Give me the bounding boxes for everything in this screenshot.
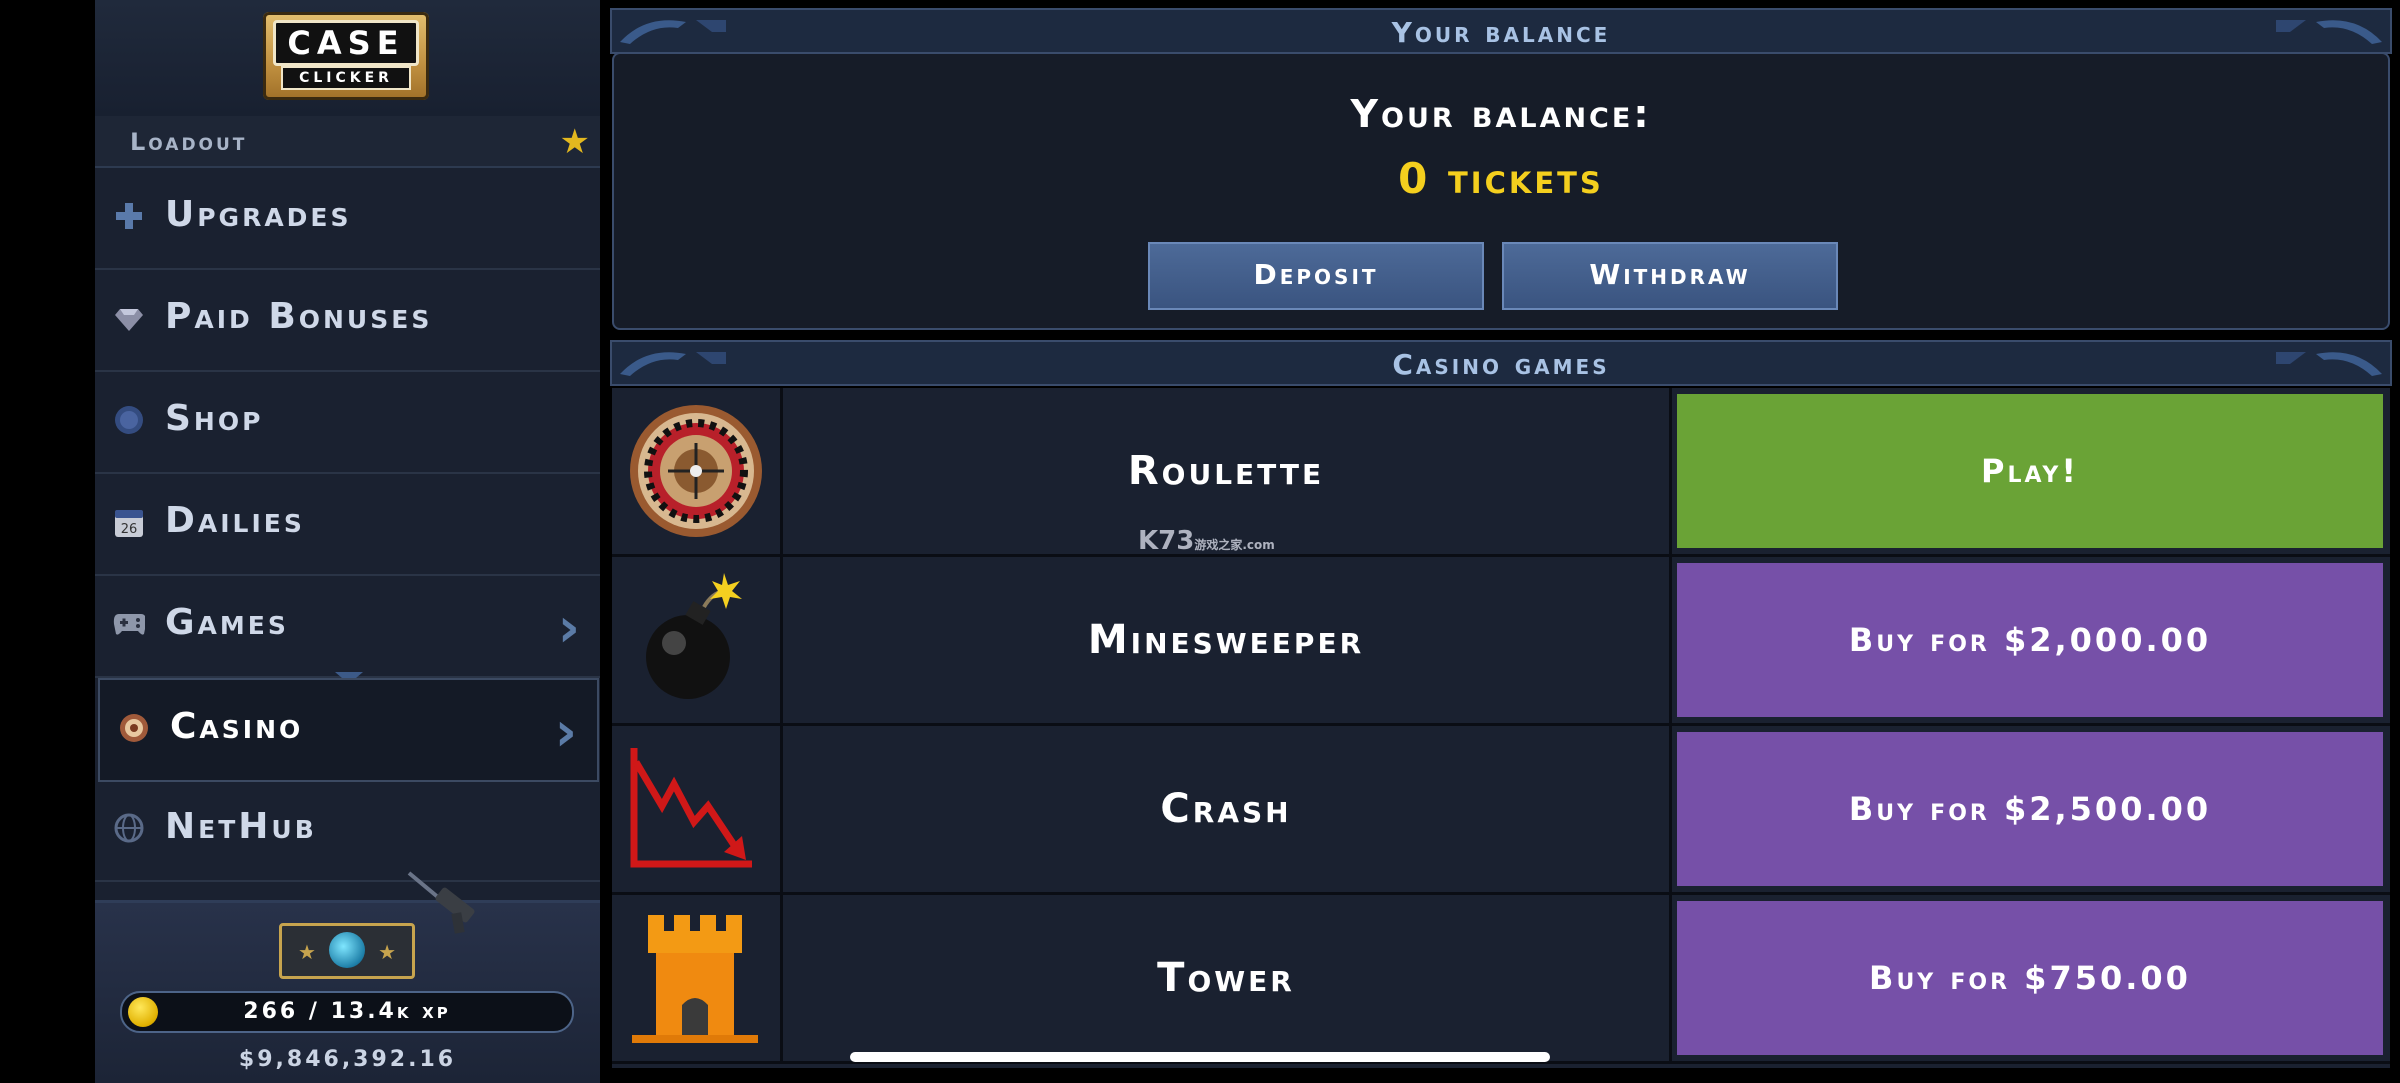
buy-tower-button[interactable]: Buy for $750.00	[1677, 901, 2383, 1055]
casino-chip-icon	[118, 712, 150, 744]
sidebar-item-shop[interactable]: Shop	[95, 372, 600, 474]
casino-games-header: Casino games	[610, 340, 2392, 386]
balance-header-title: Your balance	[1391, 16, 1611, 49]
equipped-weapon-icon[interactable]	[405, 869, 495, 939]
sidebar-item-paid-bonuses[interactable]: Paid Bonuses	[95, 270, 600, 372]
calendar-icon: 26	[113, 506, 145, 538]
sidebar-item-label: Shop	[165, 398, 264, 439]
game-row-tower: Tower Buy for $750.00	[612, 895, 2390, 1064]
logo-line1: CASE	[273, 20, 419, 66]
sidebar-item-label: Casino	[170, 706, 304, 747]
diamond-icon	[113, 302, 145, 334]
buy-crash-button[interactable]: Buy for $2,500.00	[1677, 732, 2383, 886]
sidebar: CASE CLICKER Loadout ★ Upgrades Paid Bon…	[95, 0, 600, 1083]
sidebar-item-dailies[interactable]: 26 Dailies	[95, 474, 600, 576]
sidebar-item-label: Upgrades	[165, 194, 352, 235]
sidebar-item-games[interactable]: Games ›	[95, 576, 600, 678]
game-row-crash: Crash Buy for $2,500.00	[612, 726, 2390, 895]
gamepad-icon	[113, 608, 145, 640]
watermark-main: K73	[1138, 526, 1195, 556]
bomb-icon	[612, 557, 783, 723]
chevron-right-icon: ›	[557, 596, 580, 659]
deposit-button[interactable]: Deposit	[1148, 242, 1484, 310]
profile-panel[interactable]: ★ ★ 266 / 13.4k xp $9,846,392.16	[95, 871, 600, 1083]
star-icon[interactable]: ★	[560, 122, 590, 162]
logo-area: CASE CLICKER	[95, 0, 600, 116]
ornament-right-icon	[2276, 352, 2382, 376]
game-name: Tower	[783, 895, 1672, 1061]
case-clicker-logo: CASE CLICKER	[263, 12, 429, 100]
balance-label: Your balance:	[1350, 92, 1652, 136]
plus-icon	[113, 200, 145, 232]
calendar-day: 26	[121, 522, 138, 537]
game-name: Crash	[783, 726, 1672, 892]
casino-games-title: Casino games	[1392, 348, 1610, 381]
sidebar-item-label: NetHub	[165, 806, 317, 847]
rank-globe-icon	[329, 932, 365, 968]
xp-value: 266 / 13.4k xp	[243, 999, 451, 1024]
money-display: $9,846,392.16	[238, 1047, 457, 1072]
roulette-icon	[612, 388, 783, 554]
loadout-label: Loadout	[130, 128, 248, 156]
laurel-right-icon: ★	[378, 940, 396, 964]
xp-bar: 266 / 13.4k xp	[120, 991, 574, 1033]
sidebar-item-nethub[interactable]: NetHub	[95, 780, 600, 882]
coin-icon	[113, 404, 145, 436]
balance-value: 0 tickets	[1398, 154, 1604, 203]
balance-panel: Your balance: 0 tickets Deposit Withdraw	[612, 52, 2390, 330]
loadout-bar[interactable]: Loadout ★	[95, 116, 600, 168]
sidebar-item-label: Paid Bonuses	[165, 296, 433, 337]
k73-watermark: K73游戏之家.com	[1138, 526, 1275, 556]
watermark-sub-cn: 游戏之家	[1194, 538, 1243, 552]
balance-header: Your balance	[610, 8, 2392, 54]
sidebar-item-label: Games	[165, 602, 289, 643]
sidebar-item-casino[interactable]: Casino ›	[98, 678, 599, 782]
withdraw-button[interactable]: Withdraw	[1502, 242, 1838, 310]
game-row-roulette: Roulette Play!	[612, 388, 2390, 557]
sidebar-item-upgrades[interactable]: Upgrades	[95, 168, 600, 270]
watermark-sub: .com	[1242, 538, 1275, 552]
globe-icon	[113, 812, 145, 844]
ornament-right-icon	[2276, 20, 2382, 44]
buy-minesweeper-button[interactable]: Buy for $2,000.00	[1677, 563, 2383, 717]
crash-chart-icon	[612, 726, 783, 892]
game-name: Minesweeper	[783, 557, 1672, 723]
home-indicator[interactable]	[850, 1052, 1550, 1062]
play-roulette-button[interactable]: Play!	[1677, 394, 2383, 548]
game-row-minesweeper: Minesweeper Buy for $2,000.00	[612, 557, 2390, 726]
tower-icon	[612, 895, 783, 1061]
rank-badge[interactable]: ★ ★	[279, 923, 415, 979]
sidebar-item-label: Dailies	[165, 500, 305, 541]
chevron-right-icon: ›	[554, 700, 577, 763]
casino-games-list: Roulette Play! Minesweeper Buy for $2,00…	[612, 388, 2390, 1068]
laurel-left-icon: ★	[298, 940, 316, 964]
logo-line2: CLICKER	[281, 66, 411, 90]
